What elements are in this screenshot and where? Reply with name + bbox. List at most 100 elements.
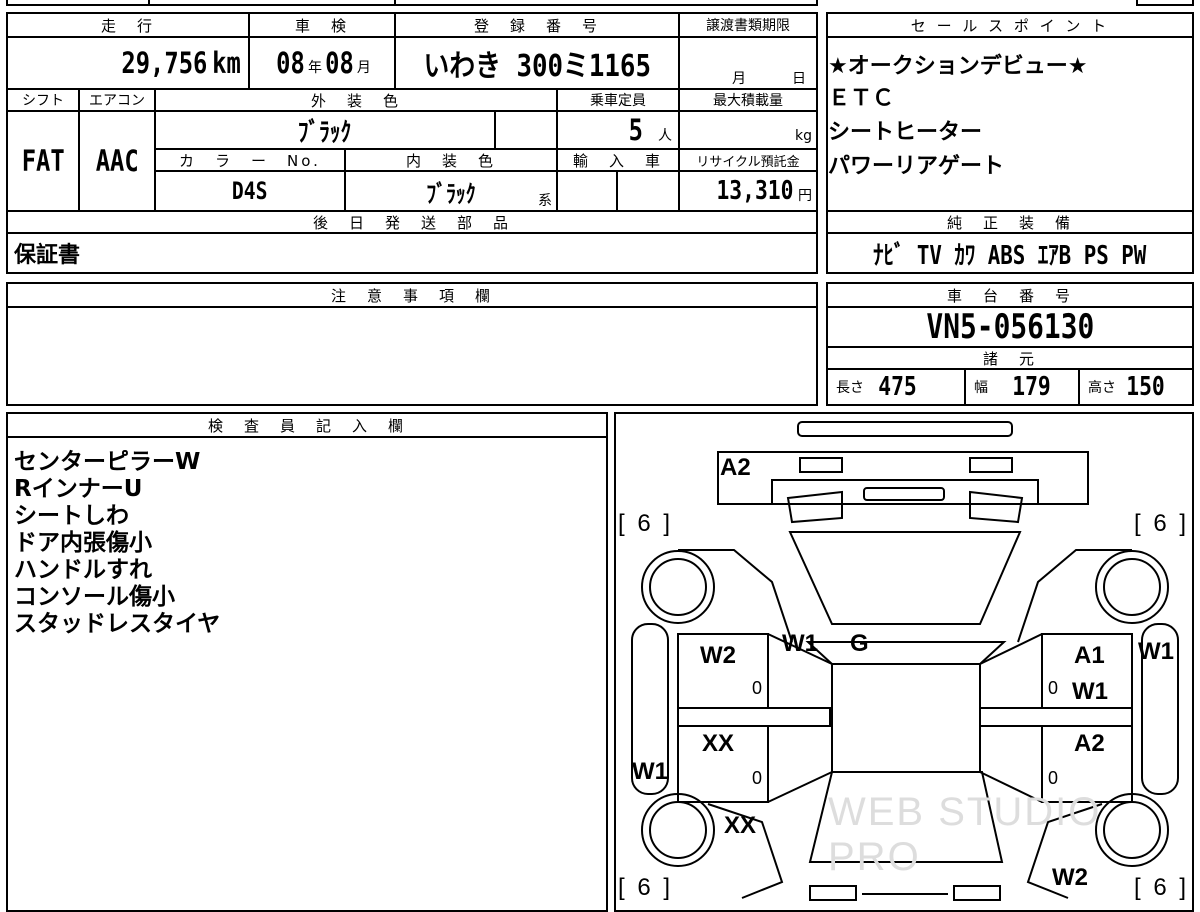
top-strip-divider	[148, 0, 150, 6]
mark-w1-left: W1	[632, 758, 668, 785]
sales-point-item: ＥＴＣ	[828, 86, 895, 111]
inspector-line: スタッドレスタイヤ	[14, 611, 221, 637]
transfer-deadline-header: 譲渡書類期限	[680, 14, 816, 38]
transfer-deadline-cell: 月 日	[680, 38, 816, 90]
aircon-header: エアコン	[80, 90, 156, 112]
mark-xx-rear: XX	[724, 812, 757, 839]
notes-header: 注 意 事 項 欄	[8, 284, 816, 308]
exterior-color-header: 外 装 色	[156, 90, 558, 112]
exterior-color-extra-cell	[496, 112, 558, 150]
aircon-value: AAC	[95, 144, 139, 178]
registration-value: いわき 300ミ1165	[423, 49, 651, 84]
mileage-cell: 29,756 km	[8, 38, 250, 90]
zero-mark: 0	[1048, 768, 1059, 788]
tire-rear-left: [ 6 ]	[618, 874, 674, 901]
interior-color-value: ﾌﾞﾗｯｸ	[426, 179, 476, 208]
mark-a2-front: A2	[720, 454, 751, 481]
mark-a2-right: A2	[1074, 730, 1105, 757]
vehicle-info-table: 走 行 車 検 登 録 番 号 譲渡書類期限 29,756 km 08 年 08…	[6, 12, 818, 274]
mark-w1-top: W1	[782, 630, 818, 657]
height-value: 150	[1126, 372, 1165, 402]
import-cell-a	[558, 172, 618, 212]
equipment-header: 純 正 装 備	[828, 212, 1192, 234]
length-cell: 長さ 475	[828, 370, 966, 404]
mark-g: G	[850, 630, 869, 657]
sales-points-header: セ ー ル ス ポ イ ン ト	[828, 14, 1192, 38]
color-no-value: D4S	[232, 177, 268, 205]
mark-w2-left: W2	[700, 642, 736, 669]
mark-xx-left: XX	[702, 730, 735, 757]
later-parts-value: 保証書	[14, 243, 81, 268]
watermark: WEB STUDIO PRO	[828, 790, 1102, 879]
transfer-month-unit: 月	[732, 71, 746, 87]
max-load-header: 最大積載量	[680, 90, 816, 112]
inspection-month-unit: 月	[356, 60, 371, 76]
max-load-unit: kg	[795, 128, 812, 144]
import-cell-b	[618, 172, 680, 212]
recycle-cell: 13,310 円	[680, 172, 816, 212]
zero-mark: 0	[1048, 678, 1059, 698]
capacity-header: 乗車定員	[558, 90, 680, 112]
mark-w1-right-top: W1	[1138, 638, 1174, 665]
tire-rear-right: [ 6 ]	[1134, 874, 1190, 901]
chassis-number: VN5-056130	[926, 307, 1094, 347]
spec-header: 諸 元	[828, 348, 1192, 370]
shift-header: シフト	[8, 90, 80, 112]
interior-color-cell: ﾌﾞﾗｯｸ 系	[346, 172, 558, 212]
mileage-header: 走 行	[8, 14, 250, 38]
inspection-cell: 08 年 08 月	[250, 38, 396, 90]
color-no-header: カ ラ ー No.	[156, 150, 346, 172]
color-no-cell: D4S	[156, 172, 346, 212]
length-value: 475	[878, 372, 917, 402]
interior-color-suffix: 系	[538, 193, 552, 209]
width-label: 幅	[974, 380, 988, 396]
mark-w1-right-inner: W1	[1072, 678, 1108, 705]
mark-w2-rear: W2	[1052, 864, 1088, 891]
later-parts-header: 後 日 発 送 部 品	[8, 212, 816, 234]
shift-value: FAT	[21, 144, 65, 178]
recycle-header: リサイクル預託金	[680, 150, 816, 172]
length-label: 長さ	[836, 380, 864, 396]
later-parts-cell: 保証書	[8, 234, 816, 272]
max-load-cell: kg	[680, 112, 816, 150]
tire-front-left: [ 6 ]	[618, 510, 674, 537]
registration-header: 登 録 番 号	[396, 14, 680, 38]
height-cell: 高さ 150	[1080, 370, 1192, 404]
top-strip-divider	[394, 0, 396, 6]
capacity-cell: 5 人	[558, 112, 680, 150]
inspection-year: 08	[276, 46, 305, 80]
chassis-number-cell: VN5-056130	[828, 307, 1192, 348]
inspection-month: 08	[325, 46, 354, 80]
sales-point-item: パワーリアゲート	[828, 154, 1005, 179]
transfer-day-unit: 日	[792, 71, 806, 87]
top-strip-right	[1136, 0, 1194, 6]
mileage-unit: km	[212, 46, 241, 80]
height-label: 高さ	[1088, 380, 1116, 396]
inspector-box: 検 査 員 記 入 欄 センターピラーW RインナーU シートしわ ドア内張傷小…	[6, 412, 608, 912]
chassis-box: 車 台 番 号 VN5-056130 諸 元 長さ 475 幅 179 高さ 1…	[826, 282, 1194, 406]
sales-point-item: ★オークションデビュー★	[828, 54, 1088, 79]
sales-point-item: シートヒーター	[828, 120, 983, 145]
equipment-box: 純 正 装 備 ﾅﾋﾞ TV ｶﾜ ABS ｴｱB PS PW	[826, 210, 1194, 274]
import-header: 輸 入 車	[558, 150, 680, 172]
mileage-value: 29,756	[121, 46, 208, 80]
width-cell: 幅 179	[966, 370, 1080, 404]
zero-mark: 0	[752, 768, 763, 788]
inspection-header: 車 検	[250, 14, 396, 38]
chassis-header: 車 台 番 号	[828, 284, 1192, 308]
top-strip	[6, 0, 818, 6]
zero-mark: 0	[752, 678, 763, 698]
registration-cell: いわき 300ミ1165	[396, 38, 680, 90]
capacity-unit: 人	[658, 128, 672, 144]
interior-color-header: 内 装 色	[346, 150, 558, 172]
shift-cell: FAT	[8, 112, 80, 212]
exterior-color-value: ﾌﾞﾗｯｸ	[298, 117, 352, 148]
sales-points-box: セ ー ル ス ポ イ ン ト ★オークションデビュー★ ＥＴＣ シートヒーター…	[826, 12, 1194, 212]
inspector-header: 検 査 員 記 入 欄	[8, 414, 606, 438]
width-value: 179	[1012, 372, 1051, 402]
aircon-cell: AAC	[80, 112, 156, 212]
recycle-unit: 円	[798, 188, 812, 204]
mark-a1-right: A1	[1074, 642, 1105, 669]
capacity-value: 5	[628, 113, 643, 147]
notes-box: 注 意 事 項 欄	[6, 282, 818, 406]
